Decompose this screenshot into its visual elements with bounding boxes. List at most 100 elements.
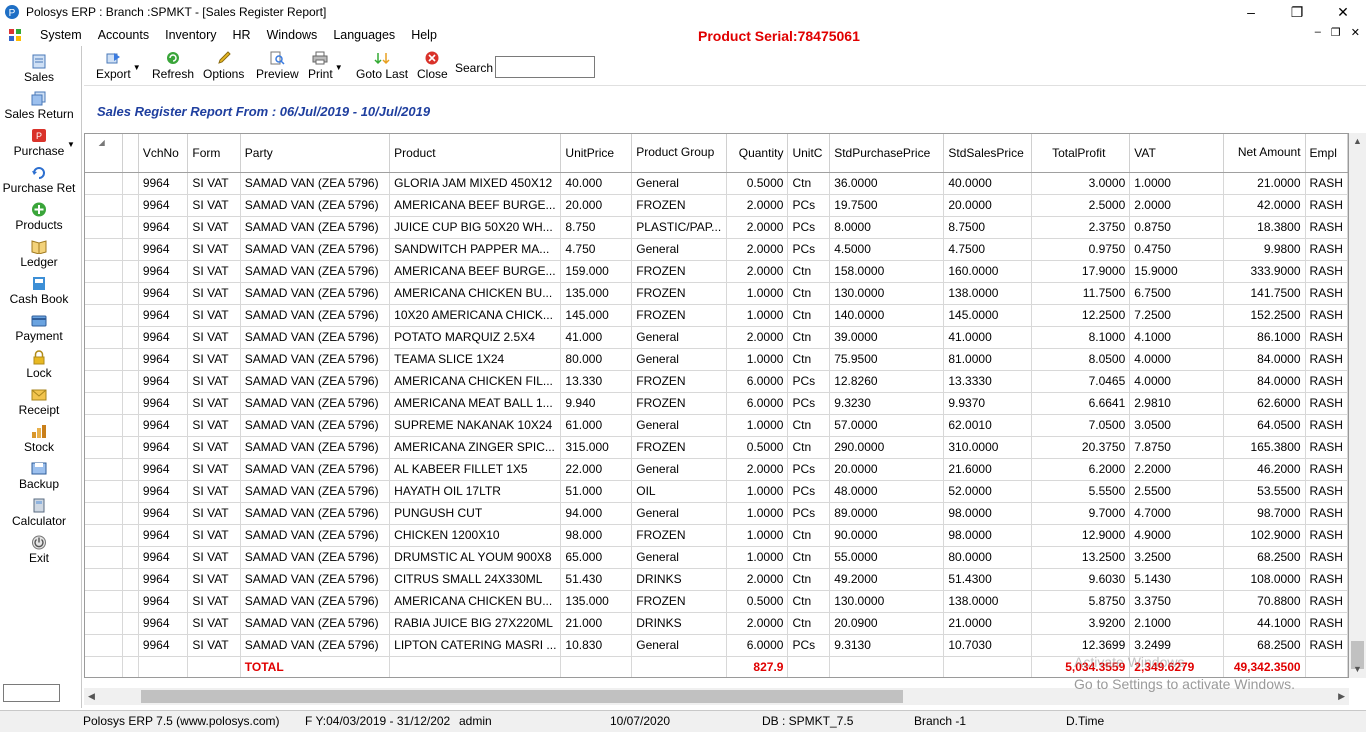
sidebar-item-receipt[interactable]: Receipt — [0, 387, 78, 417]
row-selector-cell[interactable] — [85, 480, 124, 503]
cell-total-profit[interactable]: 3.0000 — [1031, 172, 1131, 195]
column-header-select[interactable]: ◢ — [85, 134, 124, 173]
cell-quantity[interactable]: 2.0000 — [726, 568, 789, 591]
mdi-minimize-button[interactable]: – — [1315, 26, 1321, 39]
cell-form[interactable]: SI VAT — [187, 612, 241, 635]
table-row[interactable]: 9964 SI VAT SAMAD VAN (ZEA 5796) TEAMA SLIC… — [85, 348, 1348, 371]
cell-std-purchase-price[interactable]: 75.9500 — [829, 348, 945, 371]
cell-std-purchase-price[interactable]: 4.5000 — [829, 238, 945, 261]
cell-unit[interactable]: Ctn — [787, 304, 831, 327]
cell-vat[interactable]: 7.2500 — [1129, 304, 1225, 327]
cell-employee[interactable]: RASH — [1305, 238, 1348, 261]
table-row[interactable]: 9964 SI VAT SAMAD VAN (ZEA 5796) LIPTON CAT… — [85, 634, 1348, 657]
cell-quantity[interactable]: 0.5000 — [726, 590, 789, 613]
cell-std-purchase-price[interactable]: 290.0000 — [829, 436, 945, 459]
cell-quantity[interactable]: 2.0000 — [726, 238, 789, 261]
table-row[interactable]: 9964 SI VAT SAMAD VAN (ZEA 5796) SANDWITCH … — [85, 238, 1348, 261]
table-row[interactable]: 9964 SI VAT SAMAD VAN (ZEA 5796) RABIA JUIC… — [85, 612, 1348, 635]
cell-vchno[interactable]: 9964 — [138, 414, 189, 437]
cell-total-profit[interactable]: 20.3750 — [1031, 436, 1131, 459]
table-row[interactable]: 9964 SI VAT SAMAD VAN (ZEA 5796) HAYATH OIL… — [85, 480, 1348, 503]
cell-form[interactable]: SI VAT — [187, 370, 241, 393]
cell-total-profit[interactable]: 12.3699 — [1031, 634, 1131, 657]
column-header-total-profit[interactable]: TotalProfit — [1031, 134, 1131, 173]
cell-quantity[interactable]: 2.0000 — [726, 458, 789, 481]
cell-total-profit[interactable]: 3.9200 — [1031, 612, 1131, 635]
cell-product[interactable]: AMERICANA CHICKEN BU... — [389, 590, 562, 613]
menu-inventory[interactable]: Inventory — [157, 28, 224, 42]
cell-std-sales-price[interactable]: 138.0000 — [943, 590, 1033, 613]
table-row[interactable]: 9964 SI VAT SAMAD VAN (ZEA 5796) GLORIA JAM… — [85, 172, 1348, 195]
cell-total-profit[interactable]: 0.9750 — [1031, 238, 1131, 261]
cell-std-sales-price[interactable]: 4.7500 — [943, 238, 1033, 261]
column-header-unit[interactable]: UnitC — [787, 134, 831, 173]
cell-std-purchase-price[interactable]: 12.8260 — [829, 370, 945, 393]
cell-product-group[interactable]: General — [631, 326, 728, 349]
cell-unitprice[interactable]: 8.750 — [560, 216, 633, 239]
cell-party[interactable]: SAMAD VAN (ZEA 5796) — [240, 370, 391, 393]
cell-form[interactable]: SI VAT — [187, 238, 241, 261]
cell-unitprice[interactable]: 51.000 — [560, 480, 633, 503]
cell-std-purchase-price[interactable]: 8.0000 — [829, 216, 945, 239]
cell-party[interactable]: SAMAD VAN (ZEA 5796) — [240, 216, 391, 239]
cell-std-purchase-price[interactable]: 57.0000 — [829, 414, 945, 437]
row-selector-cell[interactable] — [85, 546, 124, 569]
cell-unitprice[interactable]: 51.430 — [560, 568, 633, 591]
cell-quantity[interactable]: 1.0000 — [726, 414, 789, 437]
cell-form[interactable]: SI VAT — [187, 326, 241, 349]
cell-quantity[interactable]: 6.0000 — [726, 370, 789, 393]
cell-quantity[interactable]: 1.0000 — [726, 502, 789, 525]
cell-party[interactable]: SAMAD VAN (ZEA 5796) — [240, 304, 391, 327]
cell-form[interactable]: SI VAT — [187, 458, 241, 481]
cell-product-group[interactable]: FROZEN — [631, 524, 728, 547]
cell-std-sales-price[interactable]: 310.0000 — [943, 436, 1033, 459]
column-header-party[interactable]: Party — [240, 134, 391, 173]
cell-vchno[interactable]: 9964 — [138, 458, 189, 481]
cell-std-sales-price[interactable]: 13.3330 — [943, 370, 1033, 393]
cell-product[interactable]: SUPREME NAKANAK 10X24 — [389, 414, 562, 437]
cell-vchno[interactable]: 9964 — [138, 612, 189, 635]
system-menu-icon[interactable] — [8, 28, 22, 42]
cell-quantity[interactable]: 1.0000 — [726, 304, 789, 327]
cell-party[interactable]: SAMAD VAN (ZEA 5796) — [240, 194, 391, 217]
cell-vat[interactable]: 4.1000 — [1129, 326, 1225, 349]
cell-unitprice[interactable]: 41.000 — [560, 326, 633, 349]
cell-product[interactable]: AMERICANA BEEF BURGE... — [389, 260, 562, 283]
cell-vat[interactable]: 15.9000 — [1129, 260, 1225, 283]
sidebar-item-purchase-return[interactable]: Purchase Ret — [0, 165, 78, 195]
row-selector-cell[interactable] — [85, 326, 124, 349]
sidebar-item-cash-book[interactable]: Cash Book — [0, 276, 78, 306]
table-row[interactable]: 9964 SI VAT SAMAD VAN (ZEA 5796) 10X20 AMER… — [85, 304, 1348, 327]
cell-employee[interactable]: RASH — [1305, 458, 1348, 481]
goto-last-button[interactable]: Goto Last — [356, 51, 408, 81]
column-header-form[interactable]: Form — [187, 134, 241, 173]
cell-quantity[interactable]: 6.0000 — [726, 392, 789, 415]
cell-quantity[interactable]: 1.0000 — [726, 282, 789, 305]
cell-party[interactable]: SAMAD VAN (ZEA 5796) — [240, 546, 391, 569]
cell-unitprice[interactable]: 94.000 — [560, 502, 633, 525]
cell-employee[interactable]: RASH — [1305, 194, 1348, 217]
cell-vchno[interactable]: 9964 — [138, 370, 189, 393]
cell-product[interactable]: LIPTON CATERING MASRI ... — [389, 634, 562, 657]
cell-unitprice[interactable]: 98.000 — [560, 524, 633, 547]
cell-quantity[interactable]: 6.0000 — [726, 634, 789, 657]
cell-std-purchase-price[interactable]: 140.0000 — [829, 304, 945, 327]
cell-std-sales-price[interactable]: 21.0000 — [943, 612, 1033, 635]
sidebar-item-products[interactable]: Products — [0, 202, 78, 232]
options-button[interactable]: Options — [203, 51, 244, 81]
cell-employee[interactable]: RASH — [1305, 304, 1348, 327]
cell-product-group[interactable]: FROZEN — [631, 436, 728, 459]
menu-system[interactable]: System — [32, 28, 90, 42]
cell-std-purchase-price[interactable]: 19.7500 — [829, 194, 945, 217]
cell-product-group[interactable]: FROZEN — [631, 370, 728, 393]
cell-vat[interactable]: 2.2000 — [1129, 458, 1225, 481]
scroll-down-arrow-icon[interactable]: ▼ — [1353, 664, 1362, 674]
cell-vat[interactable]: 3.0500 — [1129, 414, 1225, 437]
table-row[interactable]: 9964 SI VAT SAMAD VAN (ZEA 5796) AMERICANA … — [85, 194, 1348, 217]
cell-unit[interactable]: PCs — [787, 634, 831, 657]
print-dropdown-arrow-icon[interactable]: ▼ — [335, 63, 343, 72]
cell-quantity[interactable]: 2.0000 — [726, 612, 789, 635]
cell-total-profit[interactable]: 5.8750 — [1031, 590, 1131, 613]
sidebar-item-payment[interactable]: Payment — [0, 313, 78, 343]
cell-product-group[interactable]: FROZEN — [631, 392, 728, 415]
